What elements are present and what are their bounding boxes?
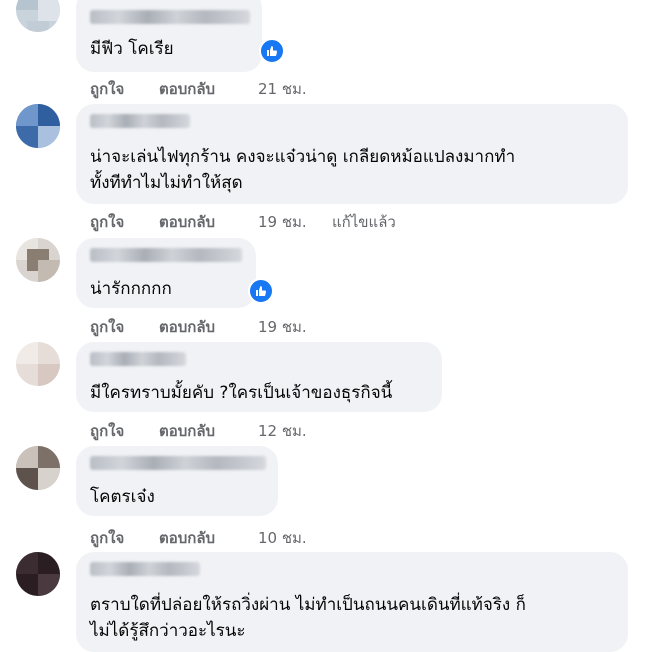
avatar[interactable] bbox=[16, 0, 60, 32]
comment-bubble: โคตรเจ๋ง bbox=[76, 446, 278, 516]
avatar[interactable] bbox=[16, 446, 60, 490]
commenter-name-blurred[interactable] bbox=[90, 10, 250, 24]
comment-text-line-1: ตราบใดที่ปล่อยให้รถวิ่งผ่าน ไม่ทำเป็นถนน… bbox=[90, 595, 526, 615]
commenter-name-blurred[interactable] bbox=[90, 248, 242, 262]
avatar[interactable] bbox=[16, 104, 60, 148]
timestamp[interactable]: 12 ชม. bbox=[258, 419, 307, 443]
comment-text: มีฟีว โคเรีย bbox=[90, 39, 174, 59]
like-button[interactable]: ถูกใจ bbox=[90, 210, 124, 234]
reply-button[interactable]: ตอบกลับ bbox=[159, 210, 215, 234]
comment-text: โคตรเจ๋ง bbox=[90, 487, 155, 507]
comment-bubble: มีใครทราบมั้ยคับ ?ใครเป็นเจ้าของธุรกิจนี… bbox=[76, 342, 442, 412]
commenter-name-blurred[interactable] bbox=[90, 562, 200, 576]
reply-button[interactable]: ตอบกลับ bbox=[159, 315, 215, 339]
timestamp[interactable]: 19 ชม. bbox=[258, 315, 307, 339]
avatar[interactable] bbox=[16, 552, 60, 596]
thumbs-up-icon[interactable] bbox=[259, 38, 285, 64]
comment-bubble: น่ารักกกกก bbox=[76, 238, 256, 308]
avatar[interactable] bbox=[16, 238, 60, 282]
commenter-name-blurred[interactable] bbox=[90, 456, 266, 470]
edited-label[interactable]: แก้ไขแล้ว bbox=[332, 210, 396, 234]
thumbs-up-icon[interactable] bbox=[248, 278, 274, 304]
reply-button[interactable]: ตอบกลับ bbox=[159, 419, 215, 443]
comment-text-line-2: ทั้งทีทำไมไม่ทำให้สุด bbox=[90, 173, 243, 193]
comment-text-line-2: ไม่ได้รู้สึกว่าวอะไรนะ bbox=[90, 621, 246, 641]
commenter-name-blurred[interactable] bbox=[90, 352, 186, 366]
timestamp[interactable]: 19 ชม. bbox=[258, 210, 307, 234]
comment-bubble: น่าจะเล่นไฟทุกร้าน คงจะแจ๋วน่าดู เกลียดห… bbox=[76, 104, 628, 204]
timestamp[interactable]: 21 ชม. bbox=[258, 77, 307, 101]
comment-text: มีใครทราบมั้ยคับ ?ใครเป็นเจ้าของธุรกิจนี… bbox=[90, 383, 393, 403]
reply-button[interactable]: ตอบกลับ bbox=[159, 77, 215, 101]
comment-text-line-1: น่าจะเล่นไฟทุกร้าน คงจะแจ๋วน่าดู เกลียดห… bbox=[90, 147, 516, 167]
like-button[interactable]: ถูกใจ bbox=[90, 315, 124, 339]
like-button[interactable]: ถูกใจ bbox=[90, 419, 124, 443]
like-button[interactable]: ถูกใจ bbox=[90, 526, 124, 550]
comment-text: น่ารักกกกก bbox=[90, 279, 172, 299]
timestamp[interactable]: 10 ชม. bbox=[258, 526, 307, 550]
like-button[interactable]: ถูกใจ bbox=[90, 77, 124, 101]
comment-bubble: มีฟีว โคเรีย bbox=[76, 0, 262, 72]
comment-bubble: ตราบใดที่ปล่อยให้รถวิ่งผ่าน ไม่ทำเป็นถนน… bbox=[76, 552, 628, 652]
avatar[interactable] bbox=[16, 342, 60, 386]
commenter-name-blurred[interactable] bbox=[90, 114, 190, 128]
reply-button[interactable]: ตอบกลับ bbox=[159, 526, 215, 550]
